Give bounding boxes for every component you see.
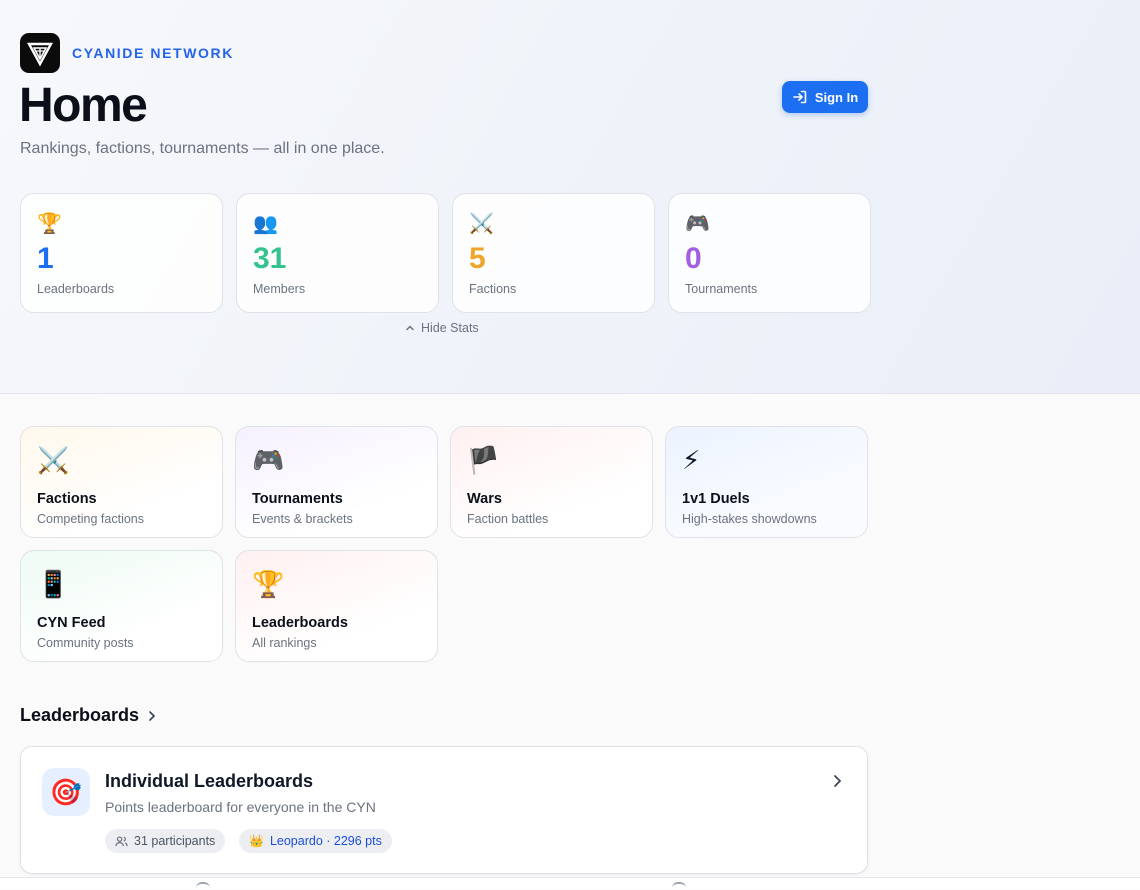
hide-stats-button[interactable]: Hide Stats <box>405 321 479 335</box>
stats-row: 🏆 1 Leaderboards 👥 31 Members ⚔️ 5 Facti… <box>20 193 871 313</box>
crossed-swords-icon: ⚔️ <box>469 213 494 235</box>
members-icon: 👥 <box>253 213 278 235</box>
crossed-swords-icon: ⚔️ <box>37 445 70 475</box>
brand: CYANIDE NETWORK <box>20 33 234 73</box>
chevron-right-icon <box>149 710 156 721</box>
stat-card-leaderboards[interactable]: 🏆 1 Leaderboards <box>20 193 223 313</box>
feature-card-wars[interactable]: 🏴 Wars Faction battles <box>450 426 653 538</box>
black-flag-icon: 🏴 <box>467 445 500 475</box>
feature-desc: Faction battles <box>467 512 549 526</box>
chevron-up-icon <box>406 325 414 331</box>
feature-card-leaderboards[interactable]: 🏆 Leaderboards All rankings <box>235 550 438 662</box>
page-title: Home <box>19 79 148 132</box>
users-icon <box>115 835 128 846</box>
section-title: Leaderboards <box>20 705 140 725</box>
stat-label: Factions <box>469 282 517 296</box>
feature-card-tournaments[interactable]: 🎮 Tournaments Events & brackets <box>235 426 438 538</box>
feature-title: Factions <box>37 491 97 507</box>
stat-card-members[interactable]: 👥 31 Members <box>236 193 439 313</box>
stat-label: Tournaments <box>685 282 758 296</box>
feature-desc: Events & brackets <box>252 512 353 526</box>
sign-in-icon <box>793 90 807 104</box>
hero-section: CYANIDE NETWORK Home Rankings, factions,… <box>0 0 1140 394</box>
gamepad-icon: 🎮 <box>685 213 710 235</box>
chevron-right-icon[interactable] <box>831 773 843 789</box>
trophy-icon: 🏆 <box>252 569 285 599</box>
leader-badge: 👑 Leopardo · 2296 pts <box>239 829 392 853</box>
feature-card-duels[interactable]: ⚡ 1v1 Duels High-stakes showdowns <box>665 426 868 538</box>
crown-icon: 👑 <box>249 834 264 848</box>
sign-in-button[interactable]: Sign In <box>782 81 868 113</box>
leaderboards-section-link[interactable]: Leaderboards <box>20 705 157 726</box>
mobile-phone-icon: 📱 <box>37 569 70 599</box>
feature-title: CYN Feed <box>37 615 106 631</box>
gamepad-icon: 🎮 <box>252 445 285 475</box>
feature-grid: ⚔️ Factions Competing factions 🎮 Tournam… <box>20 426 868 662</box>
feature-desc: Competing factions <box>37 512 145 526</box>
stat-card-factions[interactable]: ⚔️ 5 Factions <box>452 193 655 313</box>
target-emoji: 🎯 <box>49 777 83 807</box>
leader-name-points: Leopardo · 2296 pts <box>269 834 382 848</box>
stat-label: Members <box>253 282 306 296</box>
participants-badge: 31 participants <box>105 829 226 853</box>
participants-count: 31 participants <box>134 834 216 848</box>
leaderboard-card[interactable]: 🎯 Individual Leaderboards Points leaderb… <box>20 746 868 874</box>
stat-card-tournaments[interactable]: 🎮 0 Tournaments <box>668 193 871 313</box>
target-icon: 🎯 <box>42 768 90 816</box>
leaderboard-title: Individual Leaderboards <box>105 771 314 791</box>
leaderboard-desc: Points leaderboard for everyone in the C… <box>105 799 376 815</box>
stat-value: 1 <box>37 242 54 275</box>
feature-title: 1v1 Duels <box>682 491 750 507</box>
trophy-icon: 🏆 <box>37 213 62 235</box>
feature-title: Wars <box>467 491 502 507</box>
sign-in-label: Sign In <box>814 89 859 105</box>
stat-label: Leaderboards <box>37 282 115 296</box>
stat-value: 0 <box>685 242 702 275</box>
page-subtitle: Rankings, factions, tournaments — all in… <box>20 140 385 157</box>
feature-desc: All rankings <box>252 636 317 650</box>
stat-value: 5 <box>469 242 486 275</box>
lightning-icon: ⚡ <box>682 445 701 475</box>
hide-stats-label: Hide Stats <box>421 321 479 335</box>
feature-desc: Community posts <box>37 636 134 650</box>
feature-card-feed[interactable]: 📱 CYN Feed Community posts <box>20 550 223 662</box>
feature-card-factions[interactable]: ⚔️ Factions Competing factions <box>20 426 223 538</box>
brand-name: CYANIDE NETWORK <box>72 45 234 61</box>
stat-value: 31 <box>253 242 287 275</box>
feature-desc: High-stakes showdowns <box>682 512 817 526</box>
bottom-nav <box>0 877 1140 889</box>
feature-title: Tournaments <box>252 491 343 507</box>
feature-title: Leaderboards <box>252 615 348 631</box>
network-logo-icon[interactable] <box>20 33 60 73</box>
